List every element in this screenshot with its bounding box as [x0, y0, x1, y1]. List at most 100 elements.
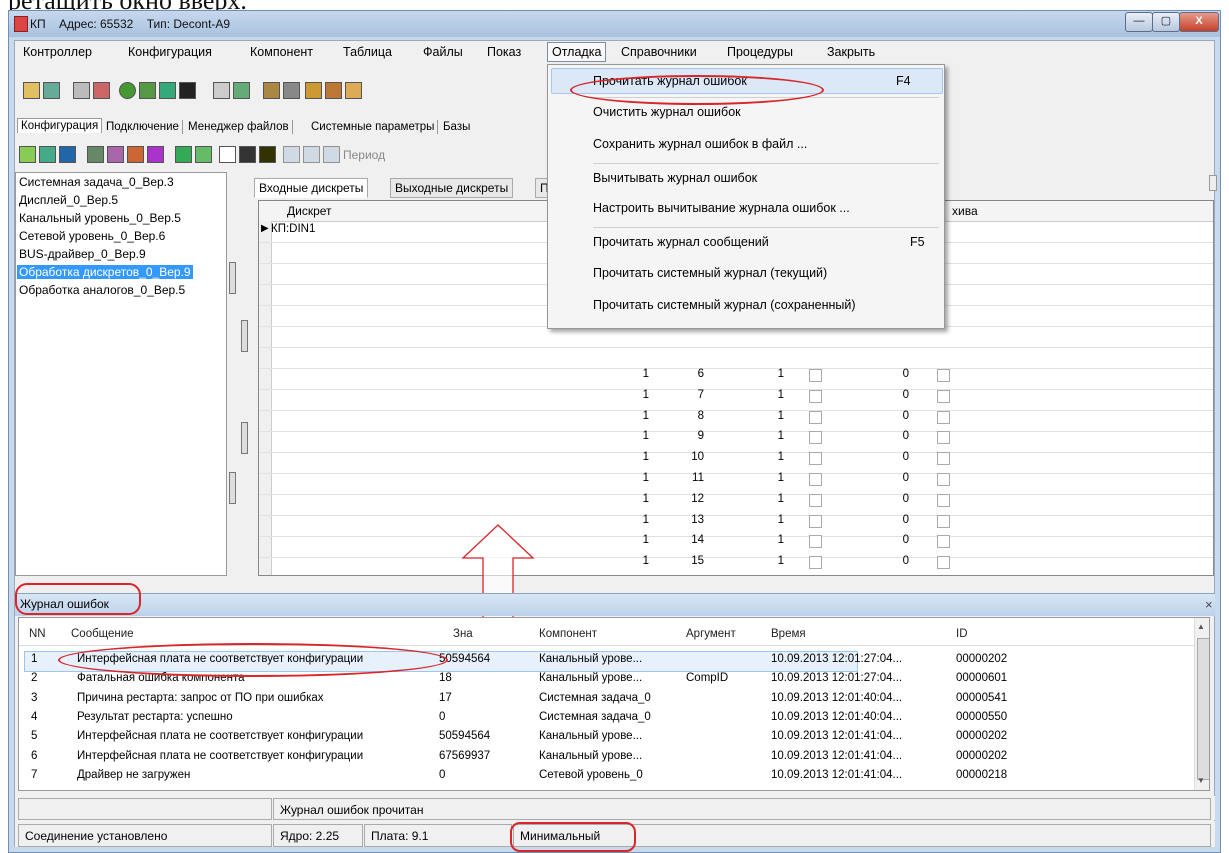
- tree-item[interactable]: Системная задача_0_Вер.3: [19, 175, 174, 189]
- subtab-output-discretes[interactable]: Выходные дискреты: [390, 178, 514, 198]
- log-cell[interactable]: 6: [31, 750, 37, 762]
- log-cell[interactable]: 10.09.2013 12:01:41:04...: [771, 730, 902, 742]
- menu-close[interactable]: Закрыть: [827, 45, 875, 59]
- tree-item[interactable]: Обработка аналогов_0_Вер.5: [19, 283, 185, 297]
- log-cell[interactable]: Канальный урове...: [539, 750, 642, 762]
- tree-item-selected[interactable]: Обработка дискретов_0_Вер.9: [17, 265, 193, 279]
- menu-save-error-log[interactable]: Сохранить журнал ошибок в файл ...: [593, 137, 807, 151]
- grid-cell[interactable]: 1: [629, 368, 649, 380]
- menu-read-system-log-current[interactable]: Прочитать системный журнал (текущий): [593, 266, 827, 280]
- log-cell[interactable]: 10.09.2013 12:01:27:04...: [771, 672, 902, 684]
- grid-cell[interactable]: 0: [889, 389, 909, 401]
- menu-references[interactable]: Справочники: [621, 45, 697, 59]
- disk-icon[interactable]: [73, 82, 90, 99]
- menu-show[interactable]: Показ: [487, 45, 521, 59]
- grid-cell[interactable]: 0: [889, 410, 909, 422]
- play-icon[interactable]: [147, 146, 164, 163]
- grid-cell[interactable]: 14: [684, 534, 704, 546]
- grid-cell[interactable]: 7: [684, 389, 704, 401]
- grid-cell[interactable]: 8: [684, 410, 704, 422]
- grid-cell[interactable]: 1: [629, 555, 649, 567]
- chart-icon[interactable]: [233, 82, 250, 99]
- grid-cell[interactable]: 1: [629, 514, 649, 526]
- table-alt-icon[interactable]: [283, 82, 300, 99]
- grid-cell[interactable]: 1: [764, 555, 784, 567]
- log-cell[interactable]: Системная задача_0: [539, 711, 651, 723]
- log-cell[interactable]: 50594564: [439, 730, 490, 742]
- log-cell[interactable]: 00000202: [956, 730, 1007, 742]
- grid-cell[interactable]: 1: [629, 389, 649, 401]
- log-scrollbar[interactable]: ▲ ▼: [1194, 618, 1209, 790]
- menu-read-system-log-saved[interactable]: Прочитать системный журнал (сохраненный): [593, 298, 856, 312]
- log-cell[interactable]: 5: [31, 730, 37, 742]
- log-cell[interactable]: Причина рестарта: запрос от ПО при ошибк…: [77, 692, 324, 704]
- log-cell[interactable]: 17: [439, 692, 452, 704]
- print-icon[interactable]: [239, 146, 256, 163]
- grid-checkbox[interactable]: [809, 473, 822, 486]
- scroll-down-icon[interactable]: ▼: [1197, 776, 1205, 785]
- log-cell[interactable]: 10.09.2013 12:01:41:04...: [771, 769, 902, 781]
- log-cell[interactable]: Системная задача_0: [539, 692, 651, 704]
- square-icon[interactable]: [59, 146, 76, 163]
- copy-icon[interactable]: [87, 146, 104, 163]
- grid-cell[interactable]: 6: [684, 368, 704, 380]
- log-cell[interactable]: 18: [439, 672, 452, 684]
- log-cell[interactable]: 1: [31, 653, 37, 665]
- grid-checkbox[interactable]: [937, 389, 950, 403]
- menu-configuration[interactable]: Конфигурация: [128, 45, 212, 59]
- disk-alt-icon[interactable]: [93, 82, 110, 99]
- scroll-thumb[interactable]: [1197, 638, 1209, 780]
- splitter[interactable]: [228, 172, 252, 576]
- grid-cell[interactable]: 1: [764, 368, 784, 380]
- log-cell[interactable]: CompID: [686, 672, 728, 684]
- tree-item[interactable]: Канальный уровень_0_Вер.5: [19, 211, 181, 225]
- log-cell[interactable]: Сетевой уровень_0: [539, 769, 643, 781]
- grid-cell[interactable]: 1: [764, 451, 784, 463]
- grid-cell[interactable]: 0: [889, 514, 909, 526]
- grid-cell[interactable]: 1: [764, 493, 784, 505]
- grid-cell[interactable]: 10: [684, 451, 704, 463]
- log-cell[interactable]: Канальный урове...: [539, 653, 642, 665]
- log-cell[interactable]: 0: [439, 769, 445, 781]
- minimize-button[interactable]: —: [1125, 12, 1153, 32]
- log-cell[interactable]: 10.09.2013 12:01:40:04...: [771, 692, 902, 704]
- splitter-handle-3[interactable]: [229, 472, 236, 504]
- log-cell[interactable]: 10.09.2013 12:01:41:04...: [771, 750, 902, 762]
- log-cell[interactable]: Интерфейсная плата не соответствует конф…: [77, 750, 363, 762]
- globe-icon[interactable]: [119, 82, 136, 99]
- edit-icon[interactable]: [39, 146, 56, 163]
- menu-component[interactable]: Компонент: [250, 45, 313, 59]
- files-icon[interactable]: [305, 82, 322, 99]
- menu-procedures[interactable]: Процедуры: [727, 45, 793, 59]
- close-window-button[interactable]: X: [1179, 12, 1219, 32]
- grid-cell[interactable]: 1: [629, 451, 649, 463]
- log-cell[interactable]: Канальный урове...: [539, 672, 642, 684]
- log-cell[interactable]: 4: [31, 711, 37, 723]
- table-green-alt-icon[interactable]: [195, 146, 212, 163]
- log-cell[interactable]: 00000550: [956, 711, 1007, 723]
- log-cell[interactable]: Драйвер не загружен: [77, 769, 190, 781]
- log-cell[interactable]: 67569937: [439, 750, 490, 762]
- grid-checkbox[interactable]: [937, 535, 950, 549]
- grid-cell[interactable]: 1: [629, 430, 649, 442]
- log-cell[interactable]: 10.09.2013 12:01:40:04...: [771, 711, 902, 723]
- grid-cell[interactable]: 1: [629, 410, 649, 422]
- splitter-handle-2[interactable]: [241, 422, 248, 454]
- menu-poll-error-log[interactable]: Вычитывать журнал ошибок: [593, 171, 757, 185]
- log-cell[interactable]: 00000218: [956, 769, 1007, 781]
- grid-checkbox[interactable]: [937, 493, 950, 507]
- log-cell[interactable]: Результат рестарта: успешно: [77, 711, 233, 723]
- grid-cell[interactable]: 0: [889, 555, 909, 567]
- grid-cell[interactable]: 9: [684, 430, 704, 442]
- grid-cell[interactable]: 1: [764, 514, 784, 526]
- grid-checkbox[interactable]: [937, 369, 950, 382]
- grid-cell[interactable]: 1: [764, 534, 784, 546]
- tab-connection[interactable]: Подключение: [103, 120, 183, 134]
- log-cell[interactable]: 00000601: [956, 672, 1007, 684]
- grid-cell[interactable]: 1: [764, 389, 784, 401]
- grid-checkbox[interactable]: [937, 473, 950, 486]
- files-extra-icon[interactable]: [345, 82, 362, 99]
- grid-cell[interactable]: 0: [889, 472, 909, 484]
- grid-checkbox[interactable]: [937, 514, 950, 528]
- menu-files[interactable]: Файлы: [423, 45, 463, 59]
